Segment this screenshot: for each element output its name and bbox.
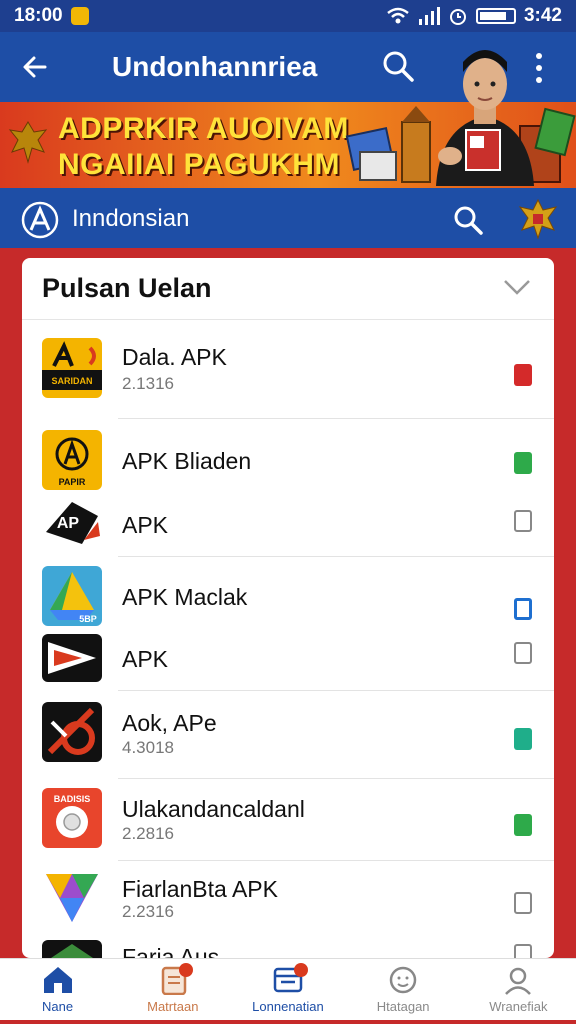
nav-home[interactable]: Nane: [0, 959, 115, 1024]
search-label: Inndonsian: [72, 205, 190, 232]
nav-matrtaan[interactable]: Matrtaan: [115, 959, 230, 1024]
status-toggle[interactable]: [514, 598, 532, 620]
ap-app-icon: AP: [42, 496, 102, 550]
status-time-right: 3:42: [523, 5, 562, 26]
status-time-left: 18:00: [14, 5, 63, 26]
icon-text: BADISIS: [54, 794, 91, 804]
back-arrow-icon: [23, 56, 47, 78]
item-name: APK: [122, 646, 169, 672]
bottom-strip: [0, 1020, 576, 1024]
item-name: Ulakandancaldanl: [122, 796, 305, 822]
nav-label: Matrtaan: [147, 999, 199, 1014]
divider: [118, 690, 554, 691]
item-name: FiarlanBta APK: [122, 876, 278, 902]
search-bar[interactable]: Inndonsian: [0, 188, 576, 248]
nav-label: Nane: [42, 999, 74, 1014]
list-item[interactable]: PAPIR APK Bliaden: [22, 428, 554, 492]
list-item[interactable]: SARIDAN Dala. APK 2.1316: [22, 338, 554, 418]
fiarlan-app-icon: [42, 868, 102, 928]
app-list-card: Pulsan Uelan SARIDAN Dala. APK 2.1316 PA…: [22, 258, 554, 958]
status-right-group: 3:42: [386, 5, 562, 27]
list-item[interactable]: BADISIS Ulakandancaldanl 2.2816: [22, 788, 554, 860]
divider: [118, 556, 554, 557]
bliaden-app-icon: PAPIR: [42, 430, 102, 490]
item-size: 2.2316: [122, 902, 174, 921]
page-title: Undonhannriea: [112, 51, 318, 82]
item-name: APK Bliaden: [122, 448, 252, 474]
status-toggle[interactable]: [514, 814, 532, 836]
garuda-icon: [518, 198, 558, 240]
faria-app-icon: [42, 940, 102, 958]
home-icon: [43, 967, 72, 993]
bottom-navigation: Nane Matrtaan Lonnenatian Htatagan Wrane: [0, 958, 576, 1024]
banner-headline: ADPRKIR AUOIVAM: [58, 112, 349, 145]
divider: [118, 860, 554, 861]
chevron-down-icon[interactable]: [502, 276, 532, 298]
item-name: APK Maclak: [122, 584, 248, 610]
card-header[interactable]: Pulsan Uelan: [22, 258, 554, 320]
status-toggle[interactable]: [514, 642, 532, 664]
status-toggle[interactable]: [514, 452, 532, 474]
item-size: 2.2816: [122, 824, 174, 843]
list-item[interactable]: AP APK: [22, 496, 554, 556]
list-item[interactable]: Faria Aus: [22, 940, 554, 958]
alarm-icon: [449, 9, 466, 25]
search-icon[interactable]: [378, 46, 418, 86]
profile-icon: [505, 967, 532, 995]
item-name: APK: [122, 512, 169, 538]
item-size: 2.1316: [122, 374, 174, 393]
back-button[interactable]: [0, 32, 70, 102]
list-item[interactable]: APK: [22, 632, 554, 690]
banner-subheadline: NGAIIAI PAGUKHM: [58, 148, 340, 181]
status-bar: 18:00 3:42: [0, 0, 576, 32]
battery-icon: [475, 8, 516, 24]
status-toggle[interactable]: [514, 510, 532, 532]
icon-text: PAPIR: [59, 477, 86, 487]
list-item[interactable]: 5BP APK Maclak: [22, 566, 554, 628]
search-icon[interactable]: [448, 200, 488, 240]
divider: [118, 418, 554, 419]
garuda-emblem-icon: [8, 121, 48, 164]
maclak-app-icon: 5BP: [42, 566, 102, 626]
wifi-icon: [387, 7, 409, 24]
aok-app-icon: [42, 702, 102, 762]
divider: [118, 778, 554, 779]
nav-label: Lonnenatian: [252, 999, 324, 1014]
battery-fill: [479, 12, 506, 20]
icon-text: SARIDAN: [51, 376, 92, 386]
notification-badge: [179, 963, 194, 977]
status-toggle[interactable]: [514, 892, 532, 914]
item-size: 4.3018: [122, 738, 174, 757]
nav-htatagan[interactable]: Htatagan: [346, 959, 461, 1024]
notification-badge: [294, 963, 309, 977]
item-name: Faria Aus: [122, 944, 220, 958]
signal-icon: [418, 7, 440, 25]
list-item[interactable]: Aok, APe 4.3018: [22, 702, 554, 778]
notification-app-icon: [70, 7, 89, 25]
nav-label: Wranefiak: [489, 999, 548, 1014]
status-toggle[interactable]: [514, 364, 532, 386]
dala-app-icon: SARIDAN: [42, 338, 102, 398]
avatar: [436, 50, 534, 186]
nav-label: Htatagan: [376, 999, 430, 1014]
status-toggle[interactable]: [514, 944, 532, 958]
play-app-icon: [42, 634, 102, 682]
badisis-app-icon: BADISIS: [42, 788, 102, 848]
card-title: Pulsan Uelan: [42, 273, 212, 303]
face-icon: [389, 966, 417, 994]
nav-wranefiak[interactable]: Wranefiak: [461, 959, 576, 1024]
icon-text: 5BP: [79, 614, 97, 624]
status-toggle[interactable]: [514, 728, 532, 750]
item-name: Dala. APK: [122, 344, 227, 370]
a-logo-icon: [21, 201, 59, 239]
item-name: Aok, APe: [122, 710, 217, 736]
nav-lonnenatian[interactable]: Lonnenatian: [230, 959, 345, 1024]
icon-text: AP: [57, 515, 80, 532]
list-item[interactable]: FiarlanBta APK 2.2316: [22, 868, 554, 940]
